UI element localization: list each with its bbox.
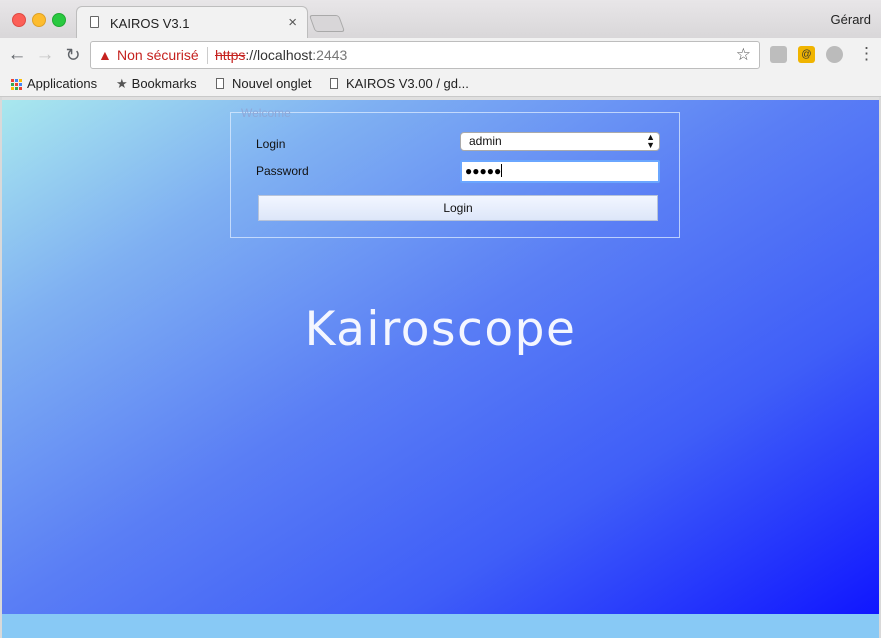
reload-icon[interactable]: ↻ [62, 44, 84, 66]
warning-icon[interactable]: ▲ [98, 47, 112, 63]
bookmark-label: KAIROS V3.00 / gd... [346, 76, 469, 91]
password-mask: ●●●●● [465, 164, 502, 178]
window-maximize-button[interactable] [52, 13, 66, 27]
bookmark-bookmarks[interactable]: ★ Bookmarks [116, 75, 197, 93]
page-icon [330, 78, 338, 89]
address-bar[interactable]: ▲ Non sécurisé https://localhost:2443 ☆ [90, 41, 760, 69]
bookmark-kairos[interactable]: KAIROS V3.00 / gd... [330, 75, 469, 93]
bookmark-star-icon: ★ [116, 76, 128, 91]
text-caret [501, 164, 503, 177]
browser-toolbar: ← → ↻ ▲ Non sécurisé https://localhost:2… [0, 38, 881, 72]
bookmark-label: Applications [27, 76, 98, 91]
page-viewport: Welcome Login admin ▲ ▼ Password ●●●●● Lo… [2, 100, 879, 614]
url-text[interactable]: https://localhost:2443 [215, 47, 347, 63]
bookmark-label: Nouvel onglet [232, 76, 312, 91]
bookmark-nouvel-onglet[interactable]: Nouvel onglet [216, 75, 312, 93]
page-icon [216, 78, 224, 89]
apps-icon [11, 79, 22, 91]
login-button[interactable]: Login [258, 195, 658, 221]
page-icon [90, 16, 99, 28]
password-field[interactable]: ●●●●● [460, 160, 660, 183]
tab-title: KAIROS V3.1 [110, 16, 190, 31]
omnibox-divider [207, 47, 208, 64]
browser-tab[interactable]: KAIROS V3.1 × [76, 6, 308, 38]
login-fieldset: Welcome Login admin ▲ ▼ Password ●●●●● Lo… [230, 106, 680, 238]
profile-name[interactable]: Gérard [831, 12, 871, 27]
login-legend: Welcome [241, 106, 291, 120]
compass-icon[interactable] [826, 46, 843, 63]
drive-icon[interactable] [770, 46, 787, 63]
lock-extension-icon[interactable]: @ [798, 46, 815, 63]
page-footer-bar [2, 614, 879, 638]
select-arrows-icon: ▲ ▼ [646, 132, 655, 150]
url-separator: :// [245, 47, 258, 63]
menu-icon[interactable]: ⋮ [858, 45, 875, 62]
star-icon[interactable]: ☆ [736, 45, 751, 65]
password-label: Password [256, 164, 309, 178]
window-close-button[interactable] [12, 13, 26, 27]
bookmark-applications[interactable]: Applications [11, 75, 97, 93]
login-select[interactable]: admin ▲ ▼ [460, 132, 660, 151]
close-icon[interactable]: × [288, 14, 297, 31]
bookmarks-bar: Applications ★ Bookmarks Nouvel onglet KA… [0, 72, 881, 97]
title-bar: KAIROS V3.1 × Gérard [0, 0, 881, 38]
url-scheme: https [215, 47, 246, 63]
login-label: Login [256, 137, 286, 151]
new-tab-button[interactable] [308, 15, 346, 32]
login-select-value: admin [469, 134, 502, 148]
forward-icon[interactable]: → [34, 44, 56, 66]
url-port: :2443 [312, 47, 348, 63]
url-host: localhost [257, 47, 313, 63]
brand-title: Kairoscope [304, 302, 577, 357]
bookmark-label: Bookmarks [131, 76, 197, 91]
back-icon[interactable]: ← [6, 44, 28, 66]
window-minimize-button[interactable] [32, 13, 46, 27]
security-status[interactable]: Non sécurisé [117, 47, 199, 63]
